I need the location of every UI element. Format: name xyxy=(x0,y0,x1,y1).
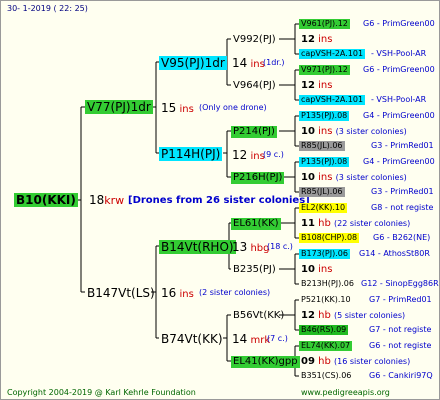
gen4-7-top: EL74(KK).07 xyxy=(299,341,353,351)
gen3-1-b: P216H(PJ) xyxy=(231,172,285,184)
gen3-3-a: B56Vt(KK) xyxy=(233,310,285,321)
website: www.pedigreeapis.org xyxy=(301,388,390,397)
gen2-top-queen-b: P114H(PJ) xyxy=(159,147,223,161)
gen1-top-queen: V77(PJ)1dr xyxy=(85,100,153,114)
gen4-7-info: 09 hb (16 sister colonies) xyxy=(301,356,411,367)
gen4-4-info: 11 hb (22 sister colonies) xyxy=(301,218,411,229)
gen3-1-note: (9 c.) xyxy=(263,150,284,159)
gen4-3-top-src: G4 - PrimGreen00 xyxy=(363,157,435,166)
gen4-6-bot: B46(RS).09 xyxy=(299,325,349,335)
gen3-0-a: V992(PJ) xyxy=(233,34,276,45)
gen4-7-bot-src: G6 - Cankiri97Q xyxy=(369,371,433,380)
gen4-3-bot: R85(JL).06 xyxy=(299,187,345,197)
gen1-bottom-queen: B147Vt(LS) xyxy=(87,286,155,300)
gen4-5-top: B173(PJ).06 xyxy=(299,249,350,259)
gen4-1-top-src: G6 - PrimGreen00 xyxy=(363,65,435,74)
gen3-2-b: B235(PJ) xyxy=(233,264,276,275)
gen4-4-bot-src: G6 - B262(NE) xyxy=(373,233,431,242)
gen2-top-note: (Only one drone) xyxy=(199,103,267,112)
gen4-2-info: 10 ins (3 sister colonies) xyxy=(301,126,407,137)
copyright: Copyright 2004-2019 @ Karl Kehrle Founda… xyxy=(7,388,196,397)
gen4-0-bot-src: - VSH-Pool-AR xyxy=(371,49,427,58)
gen4-6-bot-src: G7 - not registe xyxy=(369,325,432,334)
gen4-2-bot-src: G3 - PrimRed01 xyxy=(371,141,434,150)
gen4-4-top-src: G8 - not registe xyxy=(371,203,434,212)
gen4-7-top-src: G6 - not registe xyxy=(369,341,432,350)
gen2-bottom-queen-b: B74Vt(KK) xyxy=(161,332,223,346)
gen4-6-top-src: G7 - PrimRed01 xyxy=(369,295,432,304)
gen1-ins: krw xyxy=(104,194,125,207)
gen4-1-bot-src: - VSH-Pool-AR xyxy=(371,95,427,104)
gen2-bottom-queen-a: B14Vt(RHO) xyxy=(159,240,236,254)
gen4-5-bot: B213H(PJ).06 xyxy=(301,279,354,288)
gen4-2-top-src: G4 - PrimGreen00 xyxy=(363,111,435,120)
gen3-3-note: (7 c.) xyxy=(267,334,288,343)
gen4-0-top: V961(PJ).12 xyxy=(299,19,350,29)
gen3-1-info: 12 ins xyxy=(232,148,265,162)
gen2-bottom-info: 16 ins xyxy=(161,286,194,300)
gen1-note: [Drones from 26 sister colonies] xyxy=(128,195,310,206)
root-queen: B10(KKI) xyxy=(14,193,78,207)
gen4-5-top-src: G14 - AthosSt80R xyxy=(359,249,430,258)
gen2-bottom-note: (2 sister colonies) xyxy=(199,288,271,297)
gen4-3-bot-src: G3 - PrimRed01 xyxy=(371,187,434,196)
gen4-4-bot: B108(CHP).08 xyxy=(299,233,360,243)
gen4-1-bot: capVSH-2A.101 xyxy=(299,95,366,105)
gen4-3-top: P135(PJ).08 xyxy=(299,157,350,167)
gen4-4-top: EL2(KK).10 xyxy=(299,203,348,213)
gen1-num: 18 xyxy=(89,193,105,207)
gen4-5-info: 10 ins xyxy=(301,264,333,275)
gen4-0-bot: capVSH-2A.101 xyxy=(299,49,366,59)
gen4-0-top-src: G6 - PrimGreen00 xyxy=(363,19,435,28)
gen3-2-a: EL61(KK) xyxy=(231,218,281,230)
gen2-top-queen-a: V95(PJ)1dr xyxy=(159,56,227,70)
gen4-6-info: 12 hb (5 sister colonies) xyxy=(301,310,406,321)
gen3-0-b: V964(PJ) xyxy=(233,80,276,91)
gen4-1-info: 12 ins xyxy=(301,80,333,91)
gen4-6-top: P521(KK).10 xyxy=(301,295,351,304)
gen4-1-top: V971(PJ).12 xyxy=(299,65,350,75)
gen4-5-bot-src: G12 - SinopEgg86R xyxy=(361,279,439,288)
gen4-2-top: P135(PJ).08 xyxy=(299,111,350,121)
gen3-1-a: P214(PJ) xyxy=(231,126,277,138)
gen3-2-info: 13 hbg xyxy=(232,240,270,254)
gen3-0-info: 14 ins xyxy=(232,56,265,70)
gen1-info: 18krw xyxy=(89,194,124,206)
gen3-2-note: (18 c.) xyxy=(267,242,293,251)
gen3-0-note: (1dr.) xyxy=(263,58,285,67)
gen4-0-info: 12 ins xyxy=(301,34,333,45)
gen2-top-info: 15 ins xyxy=(161,101,194,115)
date-header: 30- 1-2019 ( 22: 25) xyxy=(7,4,88,13)
gen4-7-bot: B351(CS).06 xyxy=(301,371,352,380)
gen3-3-info: 14 mrk xyxy=(232,332,271,346)
gen4-2-bot: R85(JL).06 xyxy=(299,141,345,151)
gen3-3-b: EL41(KK)gpp xyxy=(231,356,300,368)
pedigree-chart: { "header": "30- 1-2019 ( 22: 25)", "foo… xyxy=(0,0,440,400)
gen4-3-info: 10 ins (3 sister colonies) xyxy=(301,172,407,183)
